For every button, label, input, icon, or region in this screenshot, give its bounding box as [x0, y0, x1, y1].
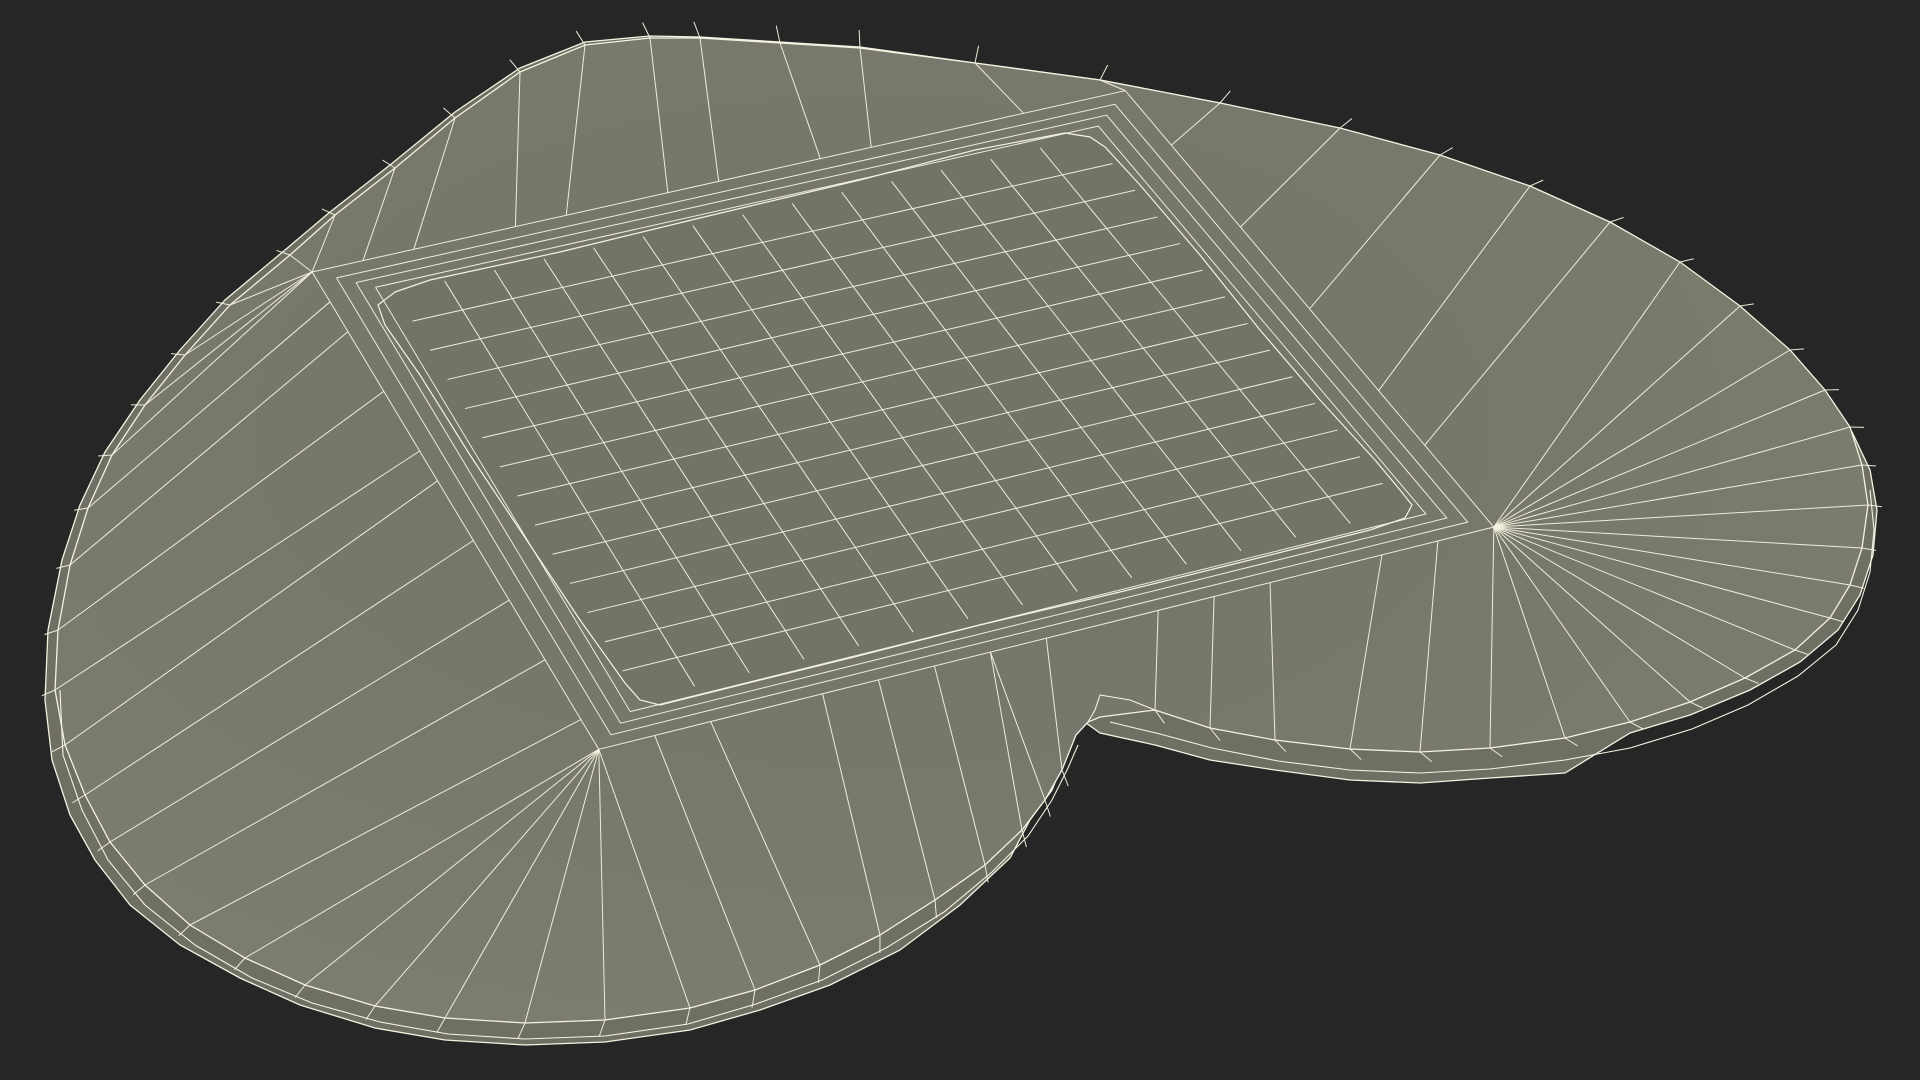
rim-edge-tick	[1529, 179, 1544, 187]
rim-edge-tick	[1099, 64, 1109, 81]
rim-edge-tick	[1219, 90, 1231, 104]
rim-edge-tick	[1339, 118, 1353, 129]
rim-edge-tick	[974, 45, 980, 64]
rim-edge-tick	[509, 59, 521, 73]
rim-edge-tick	[1679, 258, 1694, 263]
rim-edge-tick	[1609, 217, 1624, 223]
rim-edge-tick	[693, 21, 701, 39]
3d-viewport[interactable]	[0, 0, 1920, 1080]
rim-edge-tick	[858, 30, 861, 49]
rim-edge-tick	[575, 30, 586, 46]
wireframe-render	[41, 21, 1882, 1046]
rim-edge-tick	[775, 25, 781, 44]
rim-edge-tick	[1739, 303, 1754, 307]
rim-edge-tick	[1789, 348, 1805, 351]
rim-edge-tick	[1439, 147, 1453, 156]
